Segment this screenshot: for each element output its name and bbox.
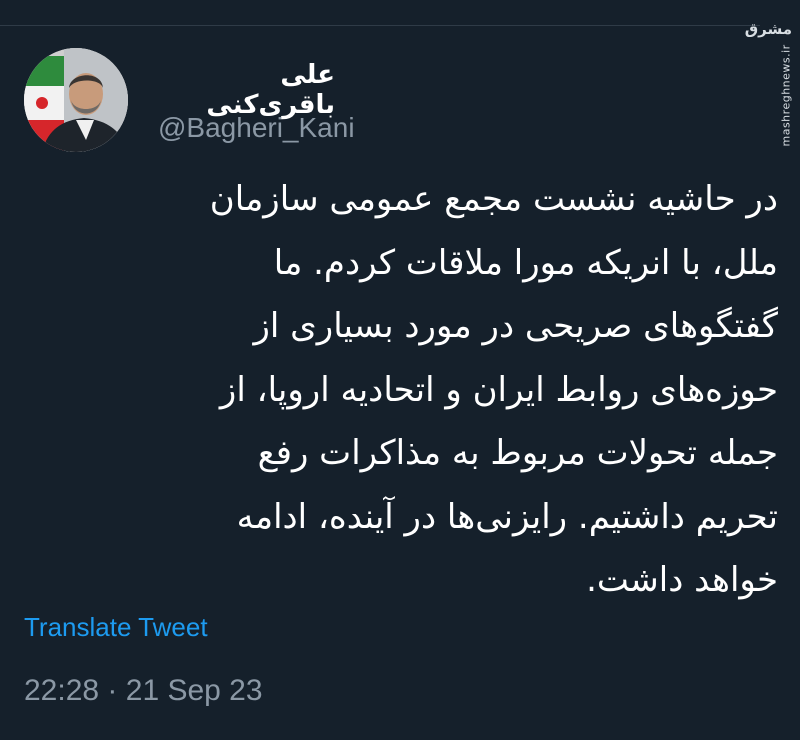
tweet-line: گفتگوهای صریحی در مورد بسیاری از <box>253 306 778 346</box>
tweet-line: جمله تحولات مربوط به مذاکرات رفع <box>257 433 778 473</box>
avatar[interactable] <box>24 48 128 152</box>
translate-tweet-link[interactable]: Translate Tweet <box>24 612 208 643</box>
tweet-line: ملل، با انریکه مورا ملاقات کردم. ما <box>273 242 778 283</box>
tweet-line: تحریم داشتیم. رایزنی‌ها در آینده، ادامه <box>236 496 778 537</box>
tweet-line: خواهد داشت. <box>586 560 778 600</box>
tweet-text: در حاشیه نشست مجمع عمومی سازمان ملل، با … <box>22 168 778 613</box>
watermark-logo: مشرق <box>744 20 792 38</box>
tweet-timestamp[interactable]: 22:28 · 21 Sep 23 <box>24 674 263 708</box>
author-handle[interactable]: @Bagheri_Kani <box>158 112 355 144</box>
author-display-name[interactable]: علی باقری‌کنی <box>160 60 335 120</box>
watermark-url: mashreghnews.ir <box>779 44 793 147</box>
avatar-photo <box>24 48 128 152</box>
flag-green <box>24 56 64 86</box>
watermark: مشرق mashreghnews.ir <box>745 8 798 158</box>
tweet-date: 21 Sep 23 <box>125 674 263 707</box>
timestamp-separator: · <box>107 674 118 707</box>
tweet-line: حوزه‌های روابط ایران و اتحادیه اروپا، از <box>219 369 778 410</box>
tweet-line: در حاشیه نشست مجمع عمومی سازمان <box>209 179 778 219</box>
top-divider <box>0 25 760 26</box>
tweet-time: 22:28 <box>24 674 100 707</box>
